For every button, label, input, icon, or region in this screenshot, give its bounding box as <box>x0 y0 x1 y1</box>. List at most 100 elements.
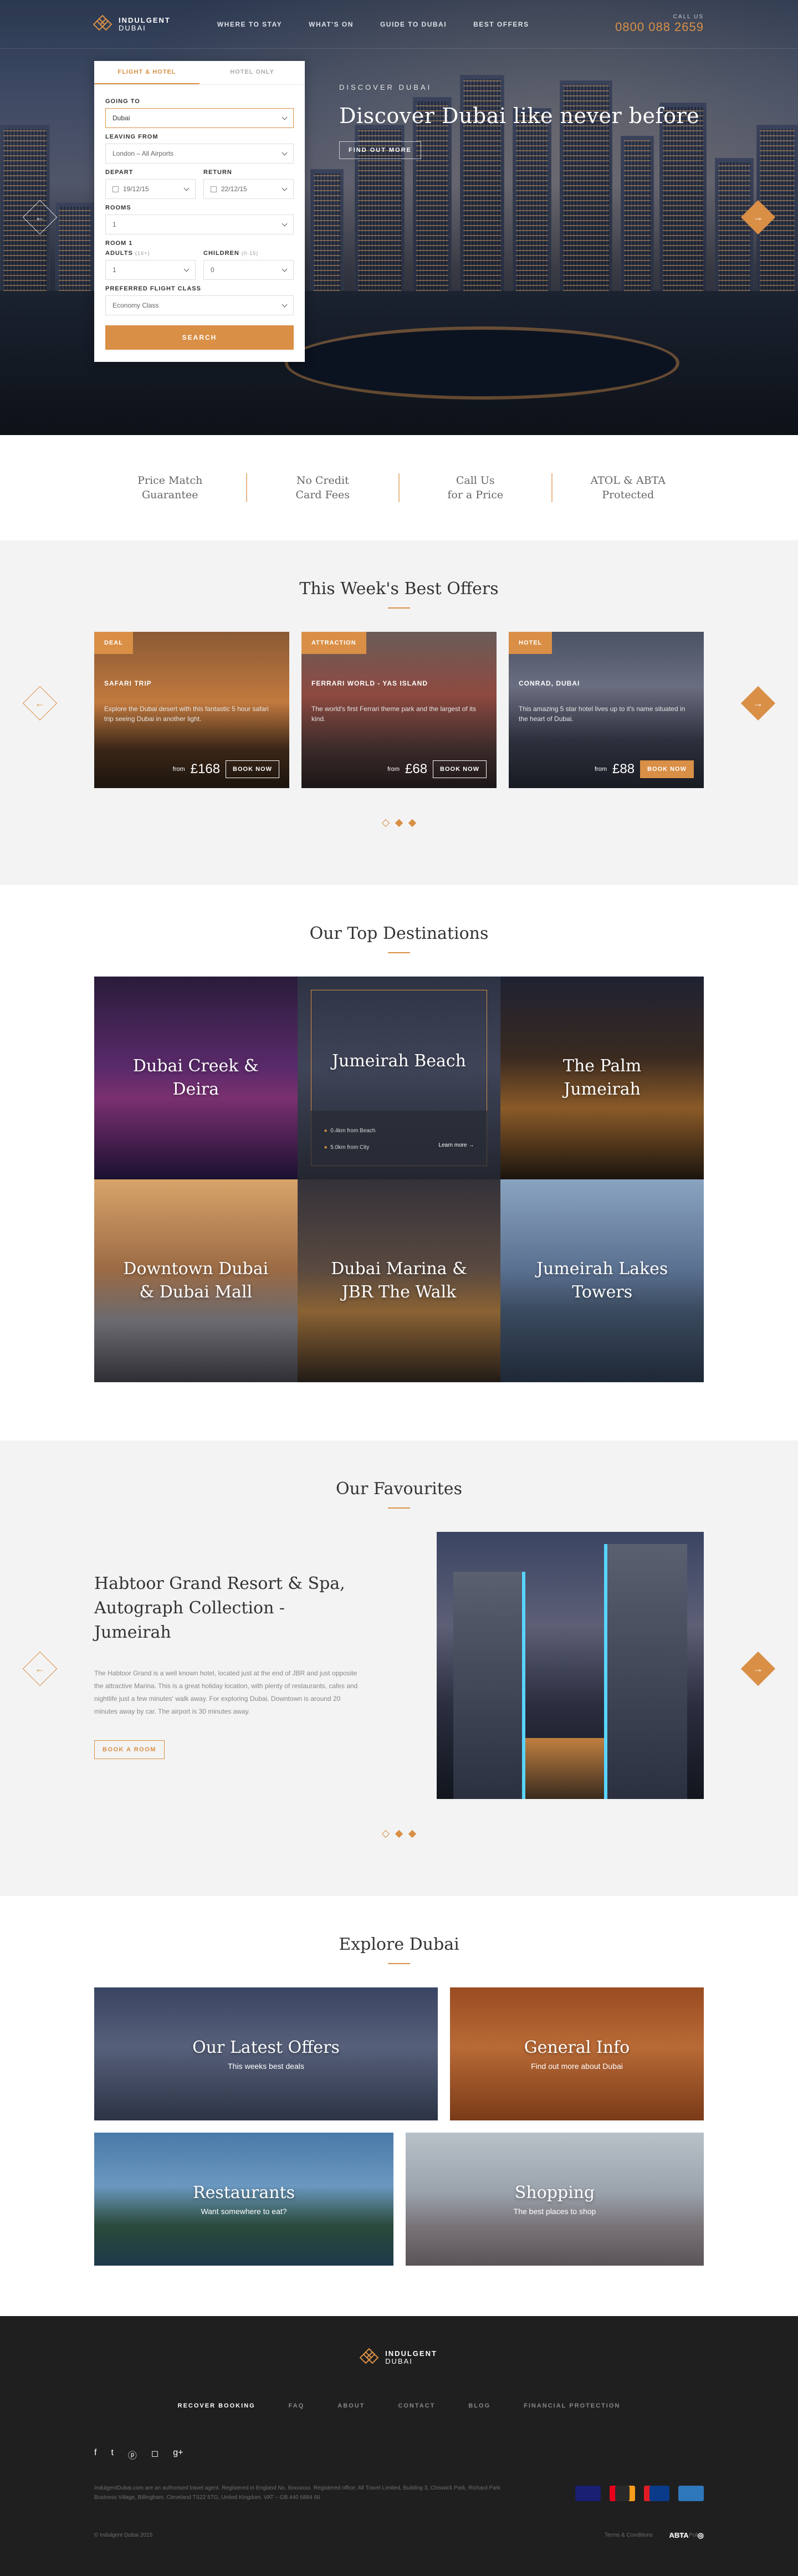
footer-link-recover-booking[interactable]: RECOVER BOOKING <box>178 2403 255 2409</box>
pinterest-icon[interactable]: ⓟ <box>128 2448 137 2461</box>
offers-next-button[interactable]: → <box>740 686 776 721</box>
explore-section: Explore Dubai Our Latest Offers This week… <box>0 1896 798 2316</box>
chevron-down-icon <box>282 185 288 191</box>
leaving-from-select[interactable]: London – All Airports <box>105 144 294 163</box>
offer-name: SAFARI TRIP <box>104 679 152 687</box>
search-button[interactable]: SEARCH <box>105 325 294 350</box>
hotel-name: Habtoor Grand Resort & Spa, Autograph Co… <box>94 1574 345 1642</box>
favourites-next-button[interactable]: → <box>740 1651 776 1686</box>
explore-tile-info[interactable]: General Info Find out more about Dubai <box>450 1987 704 2120</box>
hotel-description: The Habtoor Grand is a well known hotel,… <box>94 1669 358 1715</box>
offer-price: £88 <box>612 761 635 776</box>
pagination-dot-active[interactable] <box>395 819 403 827</box>
book-now-button[interactable]: BOOK NOW <box>640 760 694 778</box>
book-now-button[interactable]: BOOK NOW <box>226 760 279 778</box>
pagination-dot-active[interactable] <box>395 1829 403 1838</box>
chevron-down-icon <box>282 266 288 272</box>
google-plus-icon[interactable]: g+ <box>173 2448 183 2461</box>
destination-tile[interactable]: Downtown Dubai & Dubai Mall <box>94 1179 298 1382</box>
amex-icon <box>678 2486 704 2501</box>
pagination-dot[interactable] <box>381 819 390 827</box>
mastercard-icon <box>610 2486 635 2501</box>
chevron-down-icon <box>183 266 190 272</box>
going-to-label: GOING TO <box>105 98 140 105</box>
children-label: CHILDREN (0-15) <box>203 250 259 257</box>
explore-tile-offers[interactable]: Our Latest Offers This weeks best deals <box>94 1987 438 2120</box>
abta-logo: ABTA <box>669 2531 689 2539</box>
pagination-dot[interactable] <box>381 1829 390 1838</box>
footer-link-blog[interactable]: BLOG <box>468 2403 490 2409</box>
booking-widget: FLIGHT & HOTEL HOTEL ONLY GOING TO Dubai… <box>94 61 305 362</box>
offer-name: FERRARI WORLD - YAS ISLAND <box>311 679 428 687</box>
pagination-dot-active[interactable] <box>408 819 417 827</box>
offers-section: This Week's Best Offers DEAL SAFARI TRIP… <box>0 540 798 885</box>
legal-text: IndulgentDubai.com are an authorised tra… <box>94 2485 500 2501</box>
destination-tile[interactable]: Dubai Creek & Deira <box>94 977 298 1179</box>
destination-tile[interactable]: Jumeirah Lakes Towers <box>500 1179 704 1382</box>
offer-card[interactable]: DEAL SAFARI TRIP Explore the Dubai desert… <box>94 632 289 788</box>
nav-guide-to-dubai[interactable]: GUIDE TO DUBAI <box>380 21 447 28</box>
flight-class-select[interactable]: Economy Class <box>105 295 294 315</box>
copyright: © Indulgent Dubai 2015 <box>94 2532 153 2538</box>
learn-more-link[interactable]: Learn more → <box>438 1137 474 1154</box>
room-1-label: ROOM 1 <box>105 240 133 247</box>
trade-associations: ABTA ◎ <box>669 2531 704 2540</box>
find-out-more-button[interactable]: FIND OUT MORE <box>339 141 421 159</box>
map-pin-icon: ● <box>324 1128 328 1134</box>
destination-tile[interactable]: Jumeirah Beach ● 0.4km from Beach ● 5.0k… <box>297 977 501 1179</box>
footer: INDULGENT DUBAI RECOVER BOOKING FAQ ABOUT… <box>0 2316 798 2576</box>
call-us[interactable]: CALL US 0800 088 2659 <box>615 14 704 34</box>
book-a-room-button[interactable]: BOOK A ROOM <box>94 1740 165 1759</box>
favourites-title: Our Favourites <box>336 1479 462 1499</box>
book-now-button[interactable]: BOOK NOW <box>433 760 487 778</box>
footer-link-about[interactable]: ABOUT <box>337 2403 365 2409</box>
hero-next-button[interactable]: → <box>740 200 776 235</box>
arrow-right-icon: → <box>753 697 763 709</box>
footer-link-faq[interactable]: FAQ <box>289 2403 305 2409</box>
footer-logo[interactable]: INDULGENT DUBAI <box>359 2348 437 2367</box>
calendar-icon <box>211 186 217 193</box>
offers-title: This Week's Best Offers <box>299 579 499 599</box>
nav-whats-on[interactable]: WHAT'S ON <box>309 21 354 28</box>
facebook-icon[interactable]: f <box>94 2448 96 2461</box>
depart-date-input[interactable]: 19/12/15 <box>105 179 196 199</box>
twitter-icon[interactable]: t <box>111 2448 113 2461</box>
offer-desc: This amazing 5 star hotel lives up to it… <box>519 705 686 723</box>
arrow-right-icon: → <box>753 211 763 223</box>
pagination-dot-active[interactable] <box>408 1829 417 1838</box>
adults-select[interactable]: 1 <box>105 260 196 280</box>
footer-link-financial-protection[interactable]: FINANCIAL PROTECTION <box>524 2403 620 2409</box>
offer-card[interactable]: HOTEL CONRAD, DUBAI This amazing 5 star h… <box>509 632 704 788</box>
destination-tile[interactable]: Dubai Marina & JBR The Walk <box>297 1179 501 1382</box>
children-select[interactable]: 0 <box>203 260 294 280</box>
explore-tile-restaurants[interactable]: Restaurants Want somewhere to eat? <box>94 2133 393 2266</box>
favourites-prev-button[interactable]: ← <box>22 1651 58 1686</box>
logo-diamond-icon <box>359 2348 380 2367</box>
rooms-select[interactable]: 1 <box>105 214 294 234</box>
usp-item: Call Us for a Price <box>398 473 551 502</box>
nav-best-offers[interactable]: BEST OFFERS <box>473 21 529 28</box>
social-links: f t ⓟ ◻ g+ <box>94 2448 704 2461</box>
logo-diamond-icon <box>93 14 113 34</box>
return-date-input[interactable]: 22/12/15 <box>203 179 294 199</box>
instagram-icon[interactable]: ◻ <box>151 2448 158 2461</box>
favourites-section: Our Favourites Habtoor Grand Resort & Sp… <box>0 1440 798 1896</box>
logo[interactable]: INDULGENT DUBAI <box>93 14 171 34</box>
going-to-select[interactable]: Dubai <box>105 108 294 128</box>
map-pin-icon: ● <box>324 1144 328 1151</box>
nav-where-to-stay[interactable]: WHERE TO STAY <box>217 21 282 28</box>
explore-tile-shopping[interactable]: Shopping The best places to shop <box>406 2133 704 2266</box>
tab-flight-hotel[interactable]: FLIGHT & HOTEL <box>94 61 200 84</box>
favourites-pagination <box>0 1829 798 1838</box>
usp-item: No Credit Card Fees <box>245 473 399 502</box>
arrow-left-icon: ← <box>35 1663 45 1674</box>
offers-pagination <box>0 819 798 827</box>
destination-tile[interactable]: The Palm Jumeirah <box>500 977 704 1179</box>
payment-cards <box>575 2486 704 2501</box>
terms-link[interactable]: Terms & Conditions <box>605 2532 653 2538</box>
footer-link-contact[interactable]: CONTACT <box>398 2403 435 2409</box>
offer-card[interactable]: ATTRACTION FERRARI WORLD - YAS ISLAND The… <box>301 632 497 788</box>
arrow-left-icon: ← <box>35 211 45 223</box>
tab-hotel-only[interactable]: HOTEL ONLY <box>200 61 305 84</box>
destination-meta: ● 0.4km from Beach ● 5.0km from City Lea… <box>310 1111 488 1166</box>
